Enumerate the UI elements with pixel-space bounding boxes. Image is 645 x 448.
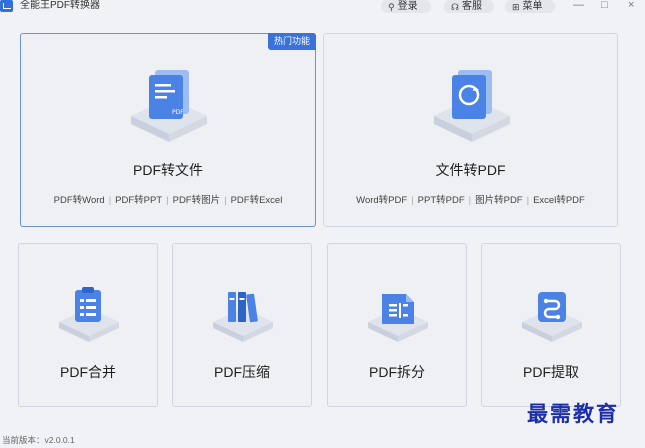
watermark-text: 最需教育 — [527, 401, 619, 426]
sub-pdf-to-ppt[interactable]: PDF转PPT — [115, 195, 162, 206]
pdf-to-file-card[interactable]: 热门功能 PDF PDF转文件 PDF转Word | PDF转PPT | PDF转图片 |… — [20, 33, 316, 227]
minimize-button[interactable]: — — [573, 0, 584, 11]
pdf-to-file-title: PDF转文件 — [133, 162, 203, 178]
file-to-pdf-card[interactable]: 文件转PDF Word转PDF | PPT转PDF | 图片转PDF | Excel转PDF — [323, 33, 618, 227]
file-to-pdf-subtitle: Word转PDF | PPT转PDF | 图片转PDF | Excel转PDF — [356, 195, 585, 206]
app-logo-icon — [0, 0, 13, 12]
close-button[interactable]: × — [628, 0, 634, 11]
clipboard-icon — [57, 284, 121, 344]
sub-excel-to-pdf[interactable]: Excel转PDF — [533, 195, 585, 206]
pdf-merge-title: PDF合并 — [60, 364, 116, 380]
user-icon: ⚲ — [388, 1, 395, 12]
sub-pdf-to-excel[interactable]: PDF转Excel — [231, 195, 283, 206]
app-title: 全能王PDF转换器 — [20, 0, 100, 11]
books-icon — [211, 284, 275, 344]
pdf-extract-card[interactable]: PDF提取 — [481, 243, 621, 407]
headset-icon: ☊ — [451, 1, 459, 12]
pdf-to-file-subtitle: PDF转Word | PDF转PPT | PDF转图片 | PDF转Excel — [53, 195, 283, 206]
maximize-button[interactable]: □ — [601, 0, 608, 11]
pdf-extract-title: PDF提取 — [523, 364, 579, 380]
file-to-pdf-title: 文件转PDF — [435, 162, 506, 178]
sub-word-to-pdf[interactable]: Word转PDF — [356, 195, 407, 206]
login-button[interactable]: ⚲ 登录 — [381, 0, 431, 13]
pdf-split-title: PDF拆分 — [369, 364, 425, 380]
pdf-document-icon: PDF — [127, 64, 211, 144]
hot-feature-badge: 热门功能 — [268, 33, 316, 50]
menu-label: 菜单 — [522, 0, 543, 12]
pdf-split-card[interactable]: PDF拆分 — [327, 243, 467, 407]
pdf-merge-card[interactable]: PDF合并 — [18, 243, 158, 407]
sub-pdf-to-word[interactable]: PDF转Word — [54, 195, 105, 206]
service-label: 客服 — [462, 0, 482, 12]
extract-link-icon — [520, 284, 584, 344]
split-file-icon — [366, 284, 430, 344]
version-label: 当前版本：v2.0.0.1 — [2, 435, 75, 445]
sub-image-to-pdf[interactable]: 图片转PDF — [475, 195, 523, 206]
customer-service-button[interactable]: ☊ 客服 — [444, 0, 494, 13]
title-bar: 全能王PDF转换器 ⚲ 登录 ☊ 客服 ⊞ 菜单 — □ × — [0, 0, 645, 14]
sub-ppt-to-pdf[interactable]: PPT转PDF — [418, 195, 465, 206]
file-convert-icon — [430, 64, 514, 144]
svg-text:PDF: PDF — [172, 109, 184, 116]
pdf-compress-card[interactable]: PDF压缩 — [172, 243, 312, 407]
menu-button[interactable]: ⊞ 菜单 — [505, 0, 555, 13]
pdf-compress-title: PDF压缩 — [214, 364, 270, 380]
sub-pdf-to-image[interactable]: PDF转图片 — [173, 195, 221, 206]
grid-menu-icon: ⊞ — [512, 1, 520, 12]
login-label: 登录 — [397, 0, 418, 12]
